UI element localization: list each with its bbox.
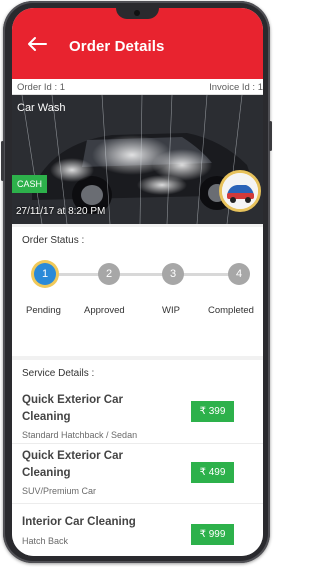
status-track xyxy=(45,273,238,276)
price-badge: ₹ 499 xyxy=(191,462,234,483)
step-label-completed: Completed xyxy=(208,305,254,316)
car-icon xyxy=(222,173,258,209)
order-id-row: Order Id : 1 Invoice Id : 1 xyxy=(12,79,263,95)
back-arrow-icon[interactable] xyxy=(26,36,48,52)
service-vehicle-type: Hatch Back xyxy=(22,536,69,546)
step-pending: 1 xyxy=(34,263,56,285)
price-badge: ₹ 999 xyxy=(191,524,234,545)
phone-frame: Order Details Order Id : 1 Invoice Id : … xyxy=(1,1,272,563)
step-label-pending: Pending xyxy=(26,305,61,316)
service-name: Interior Car Cleaning xyxy=(22,516,136,528)
step-label-approved: Approved xyxy=(84,305,125,316)
screen: Order Details Order Id : 1 Invoice Id : … xyxy=(12,8,263,556)
service-vehicle-type: SUV/Premium Car xyxy=(22,486,97,496)
service-vehicle-type: Standard Hatchback / Sedan xyxy=(22,430,138,440)
order-status-card: Order Status : 1 2 3 4 Pending Approved … xyxy=(12,227,263,356)
camera-icon xyxy=(134,10,140,16)
page-title: Order Details xyxy=(69,38,165,55)
order-datetime: 27/11/17 at 8:20 PM xyxy=(16,206,106,217)
notch xyxy=(116,8,159,19)
order-status-label: Order Status : xyxy=(22,235,85,246)
payment-badge: CASH xyxy=(12,175,48,193)
service-row: Quick Exterior Car Cleaning SUV/Premium … xyxy=(12,444,263,504)
service-name: Quick Exterior Car Cleaning xyxy=(22,394,123,423)
service-hero-image: Car Wash CASH 27/11/17 at 8:20 PM xyxy=(12,95,263,224)
order-id-label: Order Id : 1 xyxy=(17,82,66,93)
service-details-card: Service Details : Quick Exterior Car Cle… xyxy=(12,360,263,556)
service-details-label: Service Details : xyxy=(22,368,95,379)
service-title: Car Wash xyxy=(17,102,66,114)
step-label-wip: WIP xyxy=(162,305,180,316)
step-wip: 3 xyxy=(162,263,184,285)
service-name: Quick Exterior Car Cleaning xyxy=(22,450,123,479)
invoice-id-label: Invoice Id : 1 xyxy=(209,82,263,93)
step-approved: 2 xyxy=(98,263,120,285)
step-completed: 4 xyxy=(228,263,250,285)
power-button xyxy=(1,141,4,181)
service-row: Interior Car Cleaning Hatch Back ₹ 999 xyxy=(12,504,263,556)
service-row: Quick Exterior Car Cleaning Standard Hat… xyxy=(12,384,263,444)
volume-button xyxy=(269,121,272,151)
car-avatar xyxy=(219,170,261,212)
price-badge: ₹ 399 xyxy=(191,401,234,422)
